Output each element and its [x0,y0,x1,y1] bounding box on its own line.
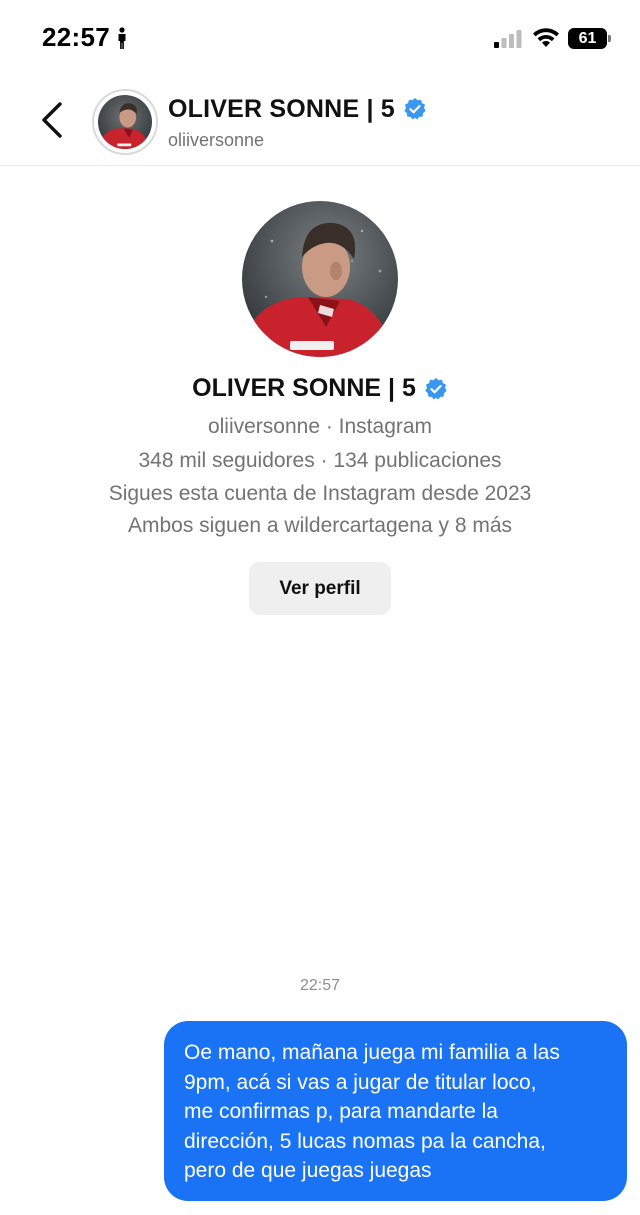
view-profile-button[interactable]: Ver perfil [249,562,391,615]
avatar-image [98,95,152,149]
profile-source: oliiversonne · Instagram [207,415,433,438]
profile-name-row: OLIVER SONNE | 5 [0,374,640,403]
signal-icon [494,30,522,48]
profile-name: OLIVER SONNE | 5 [192,374,416,402]
message-timestamp: 22:57 [299,977,341,994]
message-bubble[interactable]: Oe mano, mañana juega mi familia a las 9… [164,1021,627,1201]
header-username: oliiversonne [168,130,265,150]
chat-header: OLIVER SONNE | 5 oliiversonne [0,78,640,166]
profile-following-since: Sigues esta cuenta de Instagram desde 20… [108,482,532,505]
back-icon[interactable] [38,100,66,140]
verified-icon [404,98,426,120]
profile-mutual-followers: Ambos siguen a wildercartagena y 8 más [127,514,513,537]
profile-stats: 348 mil seguidores · 134 publicaciones [138,449,502,472]
wifi-icon [533,28,559,47]
header-avatar[interactable] [92,89,158,155]
battery-level: 61 [578,30,597,47]
battery-icon: 61 [568,28,612,49]
message-line: pero de que juegas juegas [184,1159,432,1182]
header-title-row[interactable]: OLIVER SONNE | 5 [168,92,427,126]
message-line: dirección, 5 lucas nomas pa la cancha, [184,1129,546,1153]
profile-avatar[interactable] [242,201,398,357]
person-icon [118,27,126,49]
status-time: 22:57 [42,22,110,52]
verified-icon [425,377,447,399]
message-line: me confirmas p, para mandarte la [184,1100,498,1123]
status-bar: 22:57 61 [0,0,640,78]
message-line: 9pm, acá si vas a jugar de titular loco, [184,1070,537,1094]
header-name: OLIVER SONNE | 5 [168,94,395,123]
message-line: Oe mano, mañana juega mi familia a las [184,1041,560,1064]
